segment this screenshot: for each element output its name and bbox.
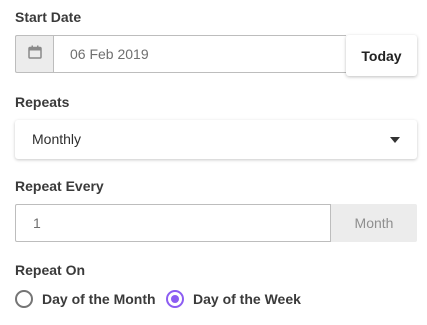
repeats-label: Repeats	[15, 94, 70, 110]
calendar-button[interactable]	[15, 35, 53, 73]
start-date-label: Start Date	[15, 9, 82, 25]
repeat-on-label: Repeat On	[15, 262, 86, 278]
radio-day-of-week-label: Day of the Week	[193, 291, 301, 307]
repeats-selected-value: Monthly	[32, 131, 82, 147]
repeats-select[interactable]: Monthly	[15, 120, 417, 159]
repeat-every-input[interactable]: 1	[15, 204, 331, 242]
repeat-every-label: Repeat Every	[15, 178, 104, 194]
start-date-group: 06 Feb 2019 Today	[15, 35, 417, 76]
repeat-every-unit: Month	[331, 204, 417, 242]
chevron-down-icon	[390, 137, 400, 143]
calendar-icon	[27, 45, 42, 64]
radio-unchecked-icon[interactable]	[15, 290, 33, 308]
radio-day-of-week[interactable]: Day of the Week	[166, 290, 301, 308]
radio-day-of-month[interactable]: Day of the Month	[15, 290, 156, 308]
today-button[interactable]: Today	[346, 35, 417, 76]
start-date-input[interactable]: 06 Feb 2019	[53, 35, 346, 73]
radio-checked-icon[interactable]	[166, 290, 184, 308]
radio-day-of-month-label: Day of the Month	[42, 291, 156, 307]
